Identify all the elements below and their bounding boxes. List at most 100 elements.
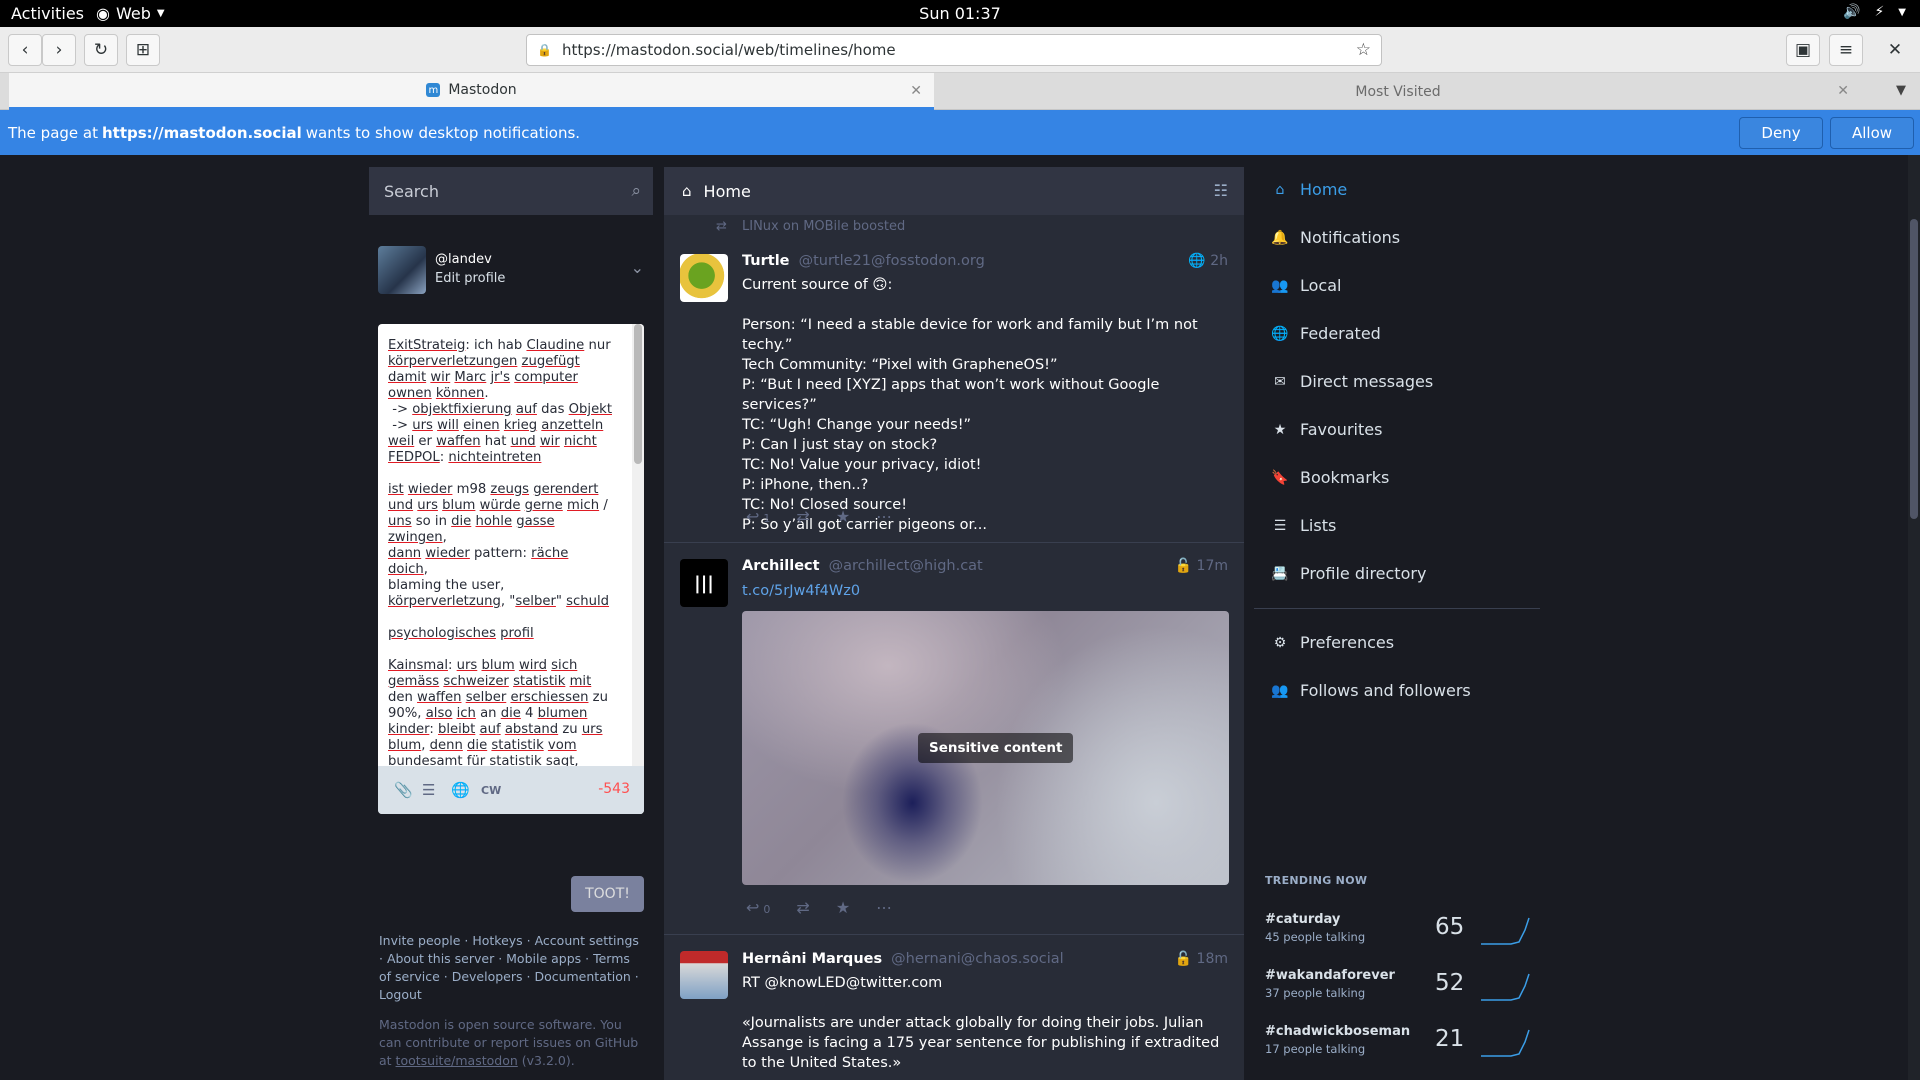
search-input[interactable]: Search ⌕ [369,167,653,215]
status-time[interactable]: 🔓 17m [1175,558,1228,574]
forward-button[interactable]: › [42,34,76,66]
address-bar[interactable]: 🔒 https://mastodon.social/web/timelines/… [526,34,1382,66]
nav-local[interactable]: 👥 Local [1270,276,1341,295]
avatar[interactable] [680,951,728,999]
account-card: @landev Edit profile ⌄ [378,246,648,296]
more-button[interactable]: ⋯ [876,507,892,526]
nav-lists[interactable]: ☰ Lists [1270,516,1337,535]
trend-item[interactable]: #caturday 45 people talking 65 [1265,912,1535,958]
nav-notifications[interactable]: 🔔 Notifications [1270,228,1400,247]
content-warning-button[interactable]: CW [481,784,501,797]
library-button[interactable]: ▣ [1786,34,1820,66]
poll-icon[interactable]: ☰ [422,781,435,799]
nav-label: Home [1300,180,1348,199]
reply-count: 0 [763,903,771,916]
version-text: (v3.2.0). [521,1053,575,1068]
page-scrollbar[interactable] [1908,155,1920,1080]
close-tab-icon[interactable]: ✕ [910,83,922,99]
back-button[interactable]: ‹ [8,34,42,66]
status-time[interactable]: 🔓 18m [1175,951,1228,967]
nav-profile-directory[interactable]: 📇 Profile directory [1270,564,1426,583]
status-author[interactable]: Hernâni Marques @hernani@chaos.social [742,951,1064,967]
battery-icon: ⚡ [1874,4,1885,20]
reply-button[interactable]: ↩ 0 [746,898,770,917]
hashtag[interactable]: #chadwickboseman [1265,1024,1410,1039]
deny-button[interactable]: Deny [1739,117,1823,149]
close-tab-icon[interactable]: ✕ [1837,83,1849,99]
home-column-header[interactable]: ⌂ Home ☷ [664,167,1244,215]
status-time[interactable]: 🌐 2h [1188,253,1228,269]
nav-federated[interactable]: 🌐 Federated [1270,324,1381,343]
clock[interactable]: Sun 01:37 [0,4,1920,23]
compose-toolbar: 📎 ☰ 🌐 CW -543 [378,766,644,814]
favourite-button[interactable]: ★ [836,507,850,526]
nav-direct-messages[interactable]: ✉ Direct messages [1270,372,1433,391]
hashtag[interactable]: #caturday [1265,912,1340,927]
character-counter: -543 [598,781,630,797]
paperclip-icon[interactable]: 📎 [394,781,413,799]
status[interactable]: ⇄ LINux on MOBile boosted Turtle @turtle… [664,215,1244,543]
avatar[interactable]: ||| [680,559,728,607]
library-icon: ▣ [1794,40,1812,60]
system-top-bar: Activities ◉ Web ▼ Sun 01:37 🔊 ⚡ ▼ [0,0,1920,27]
globe-icon[interactable]: 🌐 [451,781,470,799]
toot-button[interactable]: TOOT! [571,876,644,912]
footer-nav-links[interactable]: Invite people · Hotkeys · Account settin… [379,932,645,1004]
tab-most-visited[interactable]: Most Visited ✕ [935,73,1861,110]
display-name: Archillect [742,558,820,574]
boost-button[interactable]: ⇄ [796,507,809,526]
reload-icon: ↻ [93,40,109,60]
tab-overview-chevron-icon[interactable]: ▼ [1896,83,1906,98]
nav-preferences[interactable]: ⚙ Preferences [1270,633,1394,652]
trend-item[interactable]: #wakandaforever 37 people talking 52 [1265,968,1535,1014]
sensitive-content-label[interactable]: Sensitive content [918,733,1074,763]
repo-link[interactable]: tootsuite/mastodon [396,1053,518,1068]
hashtag[interactable]: #wakandaforever [1265,968,1395,983]
bookmark-star-icon[interactable]: ☆ [1356,40,1371,60]
boost-button[interactable]: ⇄ [796,898,809,917]
trend-item[interactable]: #chadwickboseman 17 people talking 21 [1265,1024,1535,1070]
media-attachment[interactable]: Sensitive content [742,611,1229,885]
nav-follows-and-followers[interactable]: 👥 Follows and followers [1270,681,1471,700]
reply-icon: ↩ [746,898,760,917]
edit-profile-link[interactable]: Edit profile [435,271,505,286]
compose-form: ExitStrateig: ich hab Claudine nur körpe… [378,324,644,814]
status[interactable]: Hernâni Marques @hernani@chaos.social 🔓 … [664,936,1244,1080]
new-tab-button[interactable]: ⊞ [126,34,160,66]
nav-favourites[interactable]: ★ Favourites [1270,420,1383,439]
trend-sparkline [1481,917,1530,945]
display-name: Turtle [742,253,790,269]
scrollbar-thumb[interactable] [634,324,642,464]
status-author[interactable]: Archillect @archillect@high.cat [742,558,983,574]
users-icon: 👥 [1271,682,1289,699]
unlock-icon: 🔓 [1174,951,1193,967]
scrollbar-thumb[interactable] [1910,219,1918,519]
nav-label: Follows and followers [1300,681,1471,700]
reload-button[interactable]: ↻ [84,34,118,66]
nav-label: Local [1300,276,1342,295]
chevron-down-icon: ▼ [1898,6,1906,18]
avatar[interactable] [378,246,426,294]
favourite-button[interactable]: ★ [836,898,850,917]
nav-home[interactable]: ⌂ Home [1270,180,1348,199]
menu-button[interactable]: ≡ [1829,34,1863,66]
more-button[interactable]: ⋯ [876,898,892,917]
status-link[interactable]: t.co/5rJw4f4Wz0 [742,581,1227,601]
allow-button[interactable]: Allow [1830,117,1914,149]
account-handle[interactable]: @landev [435,252,492,267]
trending-heading: TRENDING NOW [1265,874,1368,887]
compose-scrollbar[interactable] [632,324,644,814]
nav-label: Notifications [1300,228,1401,247]
status-author[interactable]: Turtle @turtle21@fosstodon.org [742,253,985,269]
avatar[interactable] [680,254,728,302]
chevron-down-icon[interactable]: ⌄ [631,258,644,277]
nav-bookmarks[interactable]: 🔖 Bookmarks [1270,468,1389,487]
status[interactable]: ||| Archillect @archillect@high.cat 🔓 17… [664,544,1244,935]
tab-mastodon[interactable]: m Mastodon ✕ [9,73,934,110]
system-tray[interactable]: 🔊 ⚡ ▼ [1843,4,1906,20]
compose-textarea[interactable]: ExitStrateig: ich hab Claudine nur körpe… [388,338,612,814]
sliders-icon[interactable]: ☷ [1214,181,1228,200]
close-window-button[interactable]: ✕ [1878,34,1912,66]
globe-icon: 🌐 [1271,325,1289,342]
reply-button[interactable]: ↩ 1 [746,507,770,526]
